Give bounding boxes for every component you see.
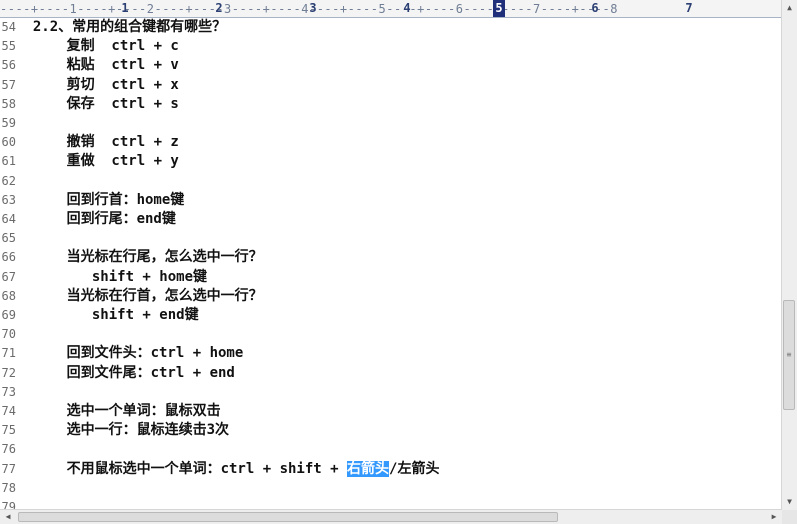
ruler-mark-7: 7 xyxy=(685,1,693,15)
text-line[interactable]: 回到文件尾：ctrl + end xyxy=(16,364,235,383)
ruler-mark-3: 3 xyxy=(309,1,317,15)
text-line[interactable]: 选中一个单词：鼠标双击 xyxy=(16,402,221,421)
scrollbar-corner xyxy=(782,510,797,524)
text-line-content: 回到文件尾：ctrl + end xyxy=(16,364,235,381)
text-line-content: 回到文件头：ctrl + home xyxy=(16,345,244,362)
horizontal-scroll-thumb[interactable] xyxy=(18,512,558,522)
text-line[interactable]: 2.2、常用的组合键都有哪些？ xyxy=(16,18,226,37)
ruler-mark-6: 6 xyxy=(591,1,599,15)
scroll-up-arrow-icon[interactable]: ▲ xyxy=(782,0,797,16)
line-number: 60 xyxy=(1,135,16,150)
text-line-content: 重做 ctrl + y xyxy=(16,153,179,170)
line-number: 72 xyxy=(1,365,16,380)
text-line[interactable]: 复制 ctrl + c xyxy=(16,37,179,56)
ruler-mark-2: 2 xyxy=(215,1,223,15)
line-number: 71 xyxy=(1,346,16,361)
text-line[interactable]: 当光标在行首，怎么选中一行？ xyxy=(16,287,263,306)
text-line-content: 不用鼠标选中一个单词：ctrl + shift + xyxy=(16,460,348,477)
line-number: 64 xyxy=(1,212,16,226)
vertical-scroll-thumb[interactable]: ≡ xyxy=(783,300,795,410)
line-number: 68 xyxy=(1,288,16,303)
grip-icon: ≡ xyxy=(786,350,792,359)
ruler-ticks: ----+----1----+----2----+----3----+----4… xyxy=(0,2,618,16)
text-line[interactable]: 不用鼠标选中一个单词：ctrl + shift + 右箭头/左箭头 xyxy=(16,460,439,479)
line-number: 67 xyxy=(1,269,16,284)
text-line-content: shift + home键 xyxy=(16,268,208,285)
selected-text[interactable]: 右箭头 xyxy=(347,460,390,477)
line-number: 57 xyxy=(1,77,16,92)
text-line[interactable]: 重做 ctrl + y xyxy=(16,152,179,171)
line-number: 73 xyxy=(1,384,16,399)
text-line[interactable]: shift + home键 xyxy=(16,268,207,287)
text-line[interactable]: 粘贴 ctrl + v xyxy=(16,56,179,75)
text-line-content: 选中一个单词：鼠标双击 xyxy=(16,403,221,419)
text-line-content: 2.2、常用的组合键都有哪些？ xyxy=(16,19,227,35)
text-line[interactable]: 剪切 ctrl + x xyxy=(16,76,179,95)
text-line-content: shift + end键 xyxy=(16,307,199,323)
horizontal-scrollbar[interactable]: ◀ ▶ xyxy=(0,509,782,524)
scroll-down-arrow-icon[interactable]: ▼ xyxy=(782,494,797,510)
text-line[interactable]: 当光标在行尾，怎么选中一行？ xyxy=(16,248,263,267)
line-number: 65 xyxy=(1,231,16,246)
text-line[interactable]: 撤销 ctrl + z xyxy=(16,133,179,152)
line-number: 62 xyxy=(1,173,16,188)
line-number: 78 xyxy=(1,480,16,495)
line-number: 59 xyxy=(1,116,16,130)
text-line-content: 当光标在行首，怎么选中一行？ xyxy=(16,287,263,304)
line-number: 63 xyxy=(1,192,16,207)
line-number: 74 xyxy=(1,404,16,418)
text-after-selection: /左箭头 xyxy=(389,460,440,477)
line-number: 61 xyxy=(1,154,16,169)
line-number: 55 xyxy=(1,39,16,54)
text-line[interactable]: 回到行首：home键 xyxy=(16,191,185,210)
text-line-content: 复制 ctrl + c xyxy=(16,38,179,55)
line-number-gutter: 54 55 56 57 58 59 60 61 62 63 64 65 66 67 68 69 70 71 72 73… xyxy=(0,18,16,514)
line-number: 70 xyxy=(1,327,16,342)
ruler-mark-4: 4 xyxy=(403,1,411,15)
line-number: 69 xyxy=(1,308,16,322)
text-line-content: 保存 ctrl + s xyxy=(16,95,179,112)
text-line[interactable]: shift + end键 xyxy=(16,306,199,325)
line-number: 54 xyxy=(1,20,16,34)
ruler-mark-1: 1 xyxy=(121,1,129,15)
ruler-mark-5-active: 5 xyxy=(493,0,505,17)
column-ruler: ----+----1----+----2----+----3----+----4… xyxy=(0,0,782,18)
text-line-content: 回到行首：home键 xyxy=(16,191,185,208)
text-line-content: 剪切 ctrl + x xyxy=(16,76,179,93)
scroll-left-arrow-icon[interactable]: ◀ xyxy=(0,510,16,524)
line-number: 58 xyxy=(1,96,16,111)
line-number: 56 xyxy=(1,58,16,73)
text-line-content: 选中一行：鼠标连续击3次 xyxy=(16,422,230,439)
text-line-content: 撤销 ctrl + z xyxy=(16,134,179,151)
text-line[interactable]: 回到文件头：ctrl + home xyxy=(16,344,244,363)
text-line[interactable]: 回到行尾：end键 xyxy=(16,210,176,229)
line-number: 77 xyxy=(1,461,16,476)
vertical-scrollbar[interactable]: ▲ ≡ ▼ xyxy=(781,0,797,510)
text-line-content: 回到行尾：end键 xyxy=(16,211,176,227)
line-number: 76 xyxy=(1,442,16,457)
text-line[interactable]: 保存 ctrl + s xyxy=(16,95,179,114)
line-number: 66 xyxy=(1,250,16,265)
scroll-right-arrow-icon[interactable]: ▶ xyxy=(766,510,782,524)
text-line-content: 当光标在行尾，怎么选中一行？ xyxy=(16,249,263,266)
text-line[interactable]: 选中一行：鼠标连续击3次 xyxy=(16,421,229,440)
line-number: 75 xyxy=(1,423,16,438)
text-line-content: 粘贴 ctrl + v xyxy=(16,57,179,74)
text-editor-area[interactable]: 2.2、常用的组合键都有哪些？ 复制 ctrl + c 粘贴 ctrl + v … xyxy=(16,18,782,510)
